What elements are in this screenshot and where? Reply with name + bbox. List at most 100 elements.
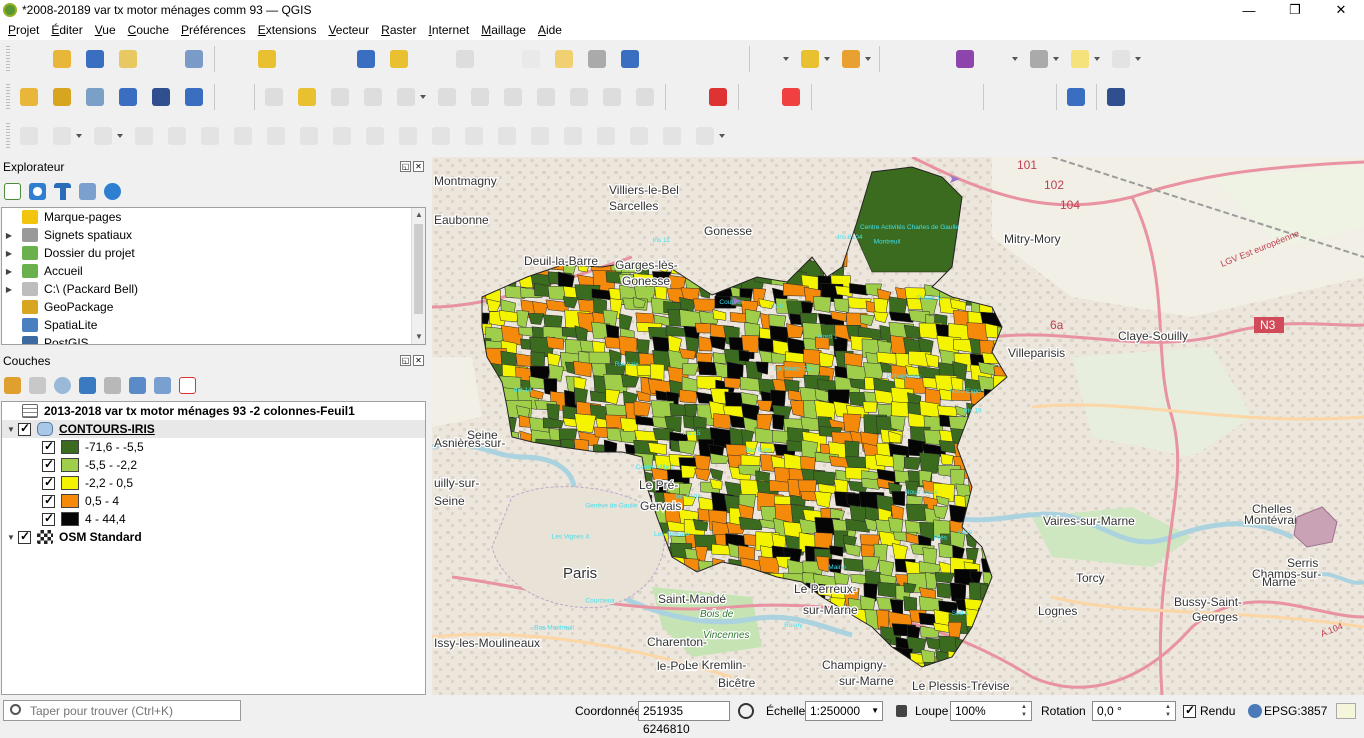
browser-item[interactable]: ▶ Dossier du projet bbox=[2, 244, 425, 262]
collapse-all-layers-icon[interactable] bbox=[154, 376, 171, 394]
menu-6[interactable]: Vecteur bbox=[322, 20, 375, 40]
align-button[interactable] bbox=[659, 123, 685, 149]
diagram-button[interactable] bbox=[705, 84, 731, 110]
legend-class-row[interactable]: 4 - 44,4 bbox=[2, 510, 425, 528]
new-3d-view-button[interactable] bbox=[584, 46, 610, 72]
browser-scrollbar[interactable]: ▲ ▼ bbox=[411, 208, 425, 344]
map-tips-button[interactable] bbox=[1067, 46, 1101, 72]
iris-polygon[interactable] bbox=[741, 335, 760, 353]
temporal-controller-button[interactable] bbox=[683, 46, 709, 72]
iris-polygon[interactable] bbox=[679, 389, 698, 404]
zoom-out-button[interactable] bbox=[320, 46, 346, 72]
legend-class-row[interactable]: -71,6 - -5,5 bbox=[2, 438, 425, 456]
osm-place-search-button[interactable] bbox=[990, 84, 1016, 110]
legend-class-checkbox[interactable] bbox=[42, 493, 55, 508]
new-project-button[interactable] bbox=[16, 46, 42, 72]
browser-item[interactable]: SpatiaLite bbox=[2, 316, 425, 334]
menu-7[interactable]: Raster bbox=[375, 20, 422, 40]
transform-button[interactable] bbox=[692, 123, 726, 149]
new-spatialite-button[interactable] bbox=[115, 84, 141, 110]
iris-polygon[interactable] bbox=[833, 298, 850, 313]
vertex-tool-button[interactable] bbox=[393, 84, 427, 110]
show-hide-labels-button[interactable] bbox=[851, 84, 877, 110]
close-panel-icon[interactable]: ✕ bbox=[413, 161, 424, 172]
new-shapefile-button[interactable] bbox=[82, 84, 108, 110]
menu-9[interactable]: Maillage bbox=[475, 20, 532, 40]
save-project-button[interactable] bbox=[82, 46, 108, 72]
statistics-button[interactable] bbox=[952, 46, 978, 72]
iris-polygon[interactable] bbox=[845, 456, 869, 470]
rotate-label-button[interactable] bbox=[917, 84, 943, 110]
style-manager-button[interactable] bbox=[181, 46, 207, 72]
scale-combobox[interactable]: 1:250000 ▼ bbox=[805, 701, 883, 721]
iris-polygon[interactable] bbox=[772, 413, 785, 431]
new-virtual-layer-button[interactable] bbox=[148, 84, 174, 110]
iris-polygon[interactable] bbox=[573, 360, 592, 378]
merge-features-button[interactable] bbox=[428, 123, 454, 149]
iris-polygon[interactable] bbox=[546, 403, 560, 421]
identify-button[interactable] bbox=[886, 46, 912, 72]
iris-polygon[interactable] bbox=[633, 400, 652, 417]
new-geopackage-button[interactable] bbox=[49, 84, 75, 110]
locator-search-input[interactable] bbox=[3, 700, 241, 721]
iris-polygon[interactable] bbox=[891, 491, 906, 507]
iris-polygon[interactable] bbox=[546, 336, 565, 350]
pin-label-button[interactable] bbox=[818, 84, 844, 110]
data-source-manager-button[interactable] bbox=[16, 84, 42, 110]
reshape-button[interactable] bbox=[263, 123, 289, 149]
expand-all-icon[interactable] bbox=[129, 376, 146, 394]
toggle-extents-icon[interactable] bbox=[738, 703, 754, 719]
change-label-button[interactable] bbox=[950, 84, 976, 110]
simplify-button[interactable] bbox=[527, 123, 553, 149]
menu-0[interactable]: Projet bbox=[2, 20, 45, 40]
menu-5[interactable]: Extensions bbox=[252, 20, 323, 40]
show-bookmarks-button[interactable] bbox=[650, 46, 676, 72]
iris-polygon[interactable] bbox=[692, 298, 717, 312]
iris-polygon[interactable] bbox=[783, 379, 800, 393]
coordinate-field[interactable]: 251935 6246810 bbox=[638, 701, 730, 736]
browser-item[interactable]: ▶ C:\ (Packard Bell) bbox=[2, 280, 425, 298]
iris-polygon[interactable] bbox=[800, 490, 817, 502]
iris-polygon[interactable] bbox=[859, 534, 880, 546]
iris-polygon[interactable] bbox=[754, 427, 775, 443]
expand-arrow-icon[interactable]: ▶ bbox=[2, 267, 16, 276]
float-panel-icon[interactable]: ◱ bbox=[400, 161, 411, 172]
fill-ring-button[interactable] bbox=[164, 123, 190, 149]
collapse-all-icon[interactable] bbox=[79, 182, 96, 200]
menu-4[interactable]: Préférences bbox=[175, 20, 252, 40]
legend-class-row[interactable]: 0,5 - 4 bbox=[2, 492, 425, 510]
redo-button[interactable] bbox=[632, 84, 658, 110]
edit-pencil-button[interactable] bbox=[294, 84, 320, 110]
add-ring-button[interactable] bbox=[90, 123, 124, 149]
expression-filter-icon[interactable] bbox=[104, 376, 121, 394]
legend-class-checkbox[interactable] bbox=[42, 511, 55, 526]
delete-selected-button[interactable] bbox=[467, 84, 493, 110]
expand-arrow-icon[interactable]: ▶ bbox=[2, 231, 16, 240]
trace-button[interactable] bbox=[49, 123, 83, 149]
merge-attributes-button[interactable] bbox=[461, 123, 487, 149]
filter-legend-icon[interactable] bbox=[79, 376, 96, 394]
map-canvas[interactable]: Centre Activités Charles de Gaulle Nord E… bbox=[432, 157, 1364, 695]
map-svg[interactable]: Centre Activités Charles de Gaulle Nord E… bbox=[432, 157, 1364, 695]
basemap-layer-row[interactable]: ▼ OSM Standard bbox=[2, 528, 425, 546]
menu-1[interactable]: Éditer bbox=[45, 20, 88, 40]
save-as-button[interactable] bbox=[115, 46, 141, 72]
snapping-button[interactable] bbox=[560, 123, 586, 149]
browser-item[interactable]: ▶ Signets spatiaux bbox=[2, 226, 425, 244]
toggle-editing-button[interactable] bbox=[261, 84, 287, 110]
contours-layer-row[interactable]: ▼ CONTOURS-IRIS bbox=[2, 420, 425, 438]
add-group-icon[interactable] bbox=[29, 376, 46, 394]
iris-polygon[interactable] bbox=[813, 296, 832, 313]
iris-polygon[interactable] bbox=[919, 452, 941, 474]
toolbar-handle[interactable] bbox=[6, 84, 10, 110]
lock-icon[interactable] bbox=[896, 705, 907, 717]
menu-10[interactable]: Aide bbox=[532, 20, 568, 40]
label-tool-button[interactable] bbox=[672, 84, 698, 110]
highlight-pinned-labels-button[interactable] bbox=[745, 84, 771, 110]
iris-polygon[interactable] bbox=[842, 413, 862, 433]
open-project-button[interactable] bbox=[49, 46, 75, 72]
split-features-button[interactable] bbox=[362, 123, 388, 149]
rotate-point-button[interactable] bbox=[494, 123, 520, 149]
refresh-icon[interactable] bbox=[29, 182, 46, 200]
node-tool-button[interactable] bbox=[626, 123, 652, 149]
